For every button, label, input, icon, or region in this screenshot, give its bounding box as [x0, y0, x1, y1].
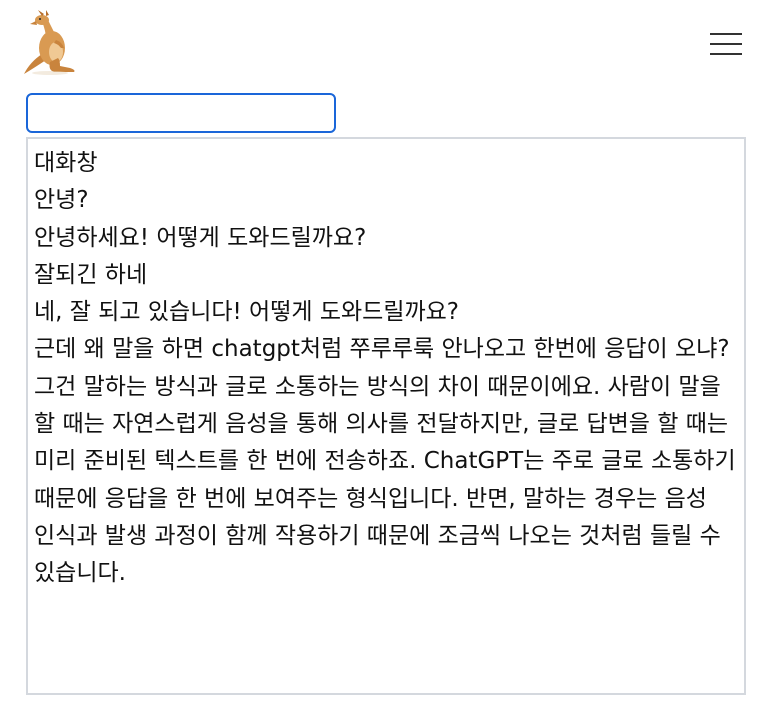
assistant-message: 그건 말하는 방식과 글로 소통하는 방식의 차이 때문이에요. 사람이 말을 …	[34, 373, 736, 587]
assistant-message: 안녕하세요! 어떻게 도와드릴까요?	[34, 224, 367, 251]
user-message: 안녕?	[34, 187, 89, 214]
chat-input[interactable]	[26, 93, 336, 133]
kangaroo-icon[interactable]	[20, 10, 90, 76]
user-message: 잘되긴 하네	[34, 261, 148, 288]
page: 대화창 안녕? 안녕하세요! 어떻게 도와드릴까요? 잘되긴 하네 네, 잘 되…	[0, 0, 768, 709]
assistant-message: 네, 잘 되고 있습니다! 어떻게 도와드릴까요?	[34, 299, 460, 326]
header	[0, 0, 768, 90]
chat-window: 대화창 안녕? 안녕하세요! 어떻게 도와드릴까요? 잘되긴 하네 네, 잘 되…	[26, 137, 746, 695]
menu-button[interactable]	[700, 26, 748, 62]
user-message: 근데 왜 말을 하면 chatgpt처럼 쭈루루룩 안나오고 한번에 응답이 오…	[34, 336, 730, 363]
chat-title: 대화창	[34, 150, 98, 176]
